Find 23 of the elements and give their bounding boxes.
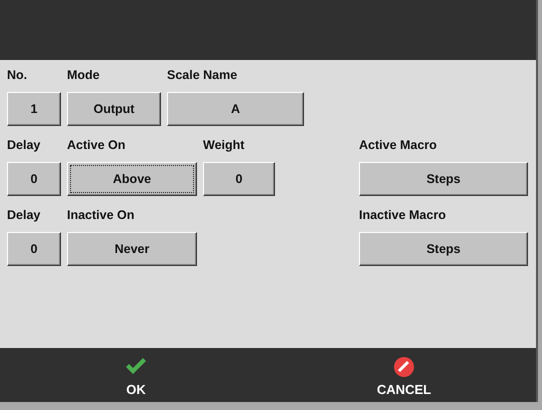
value-button[interactable]: 0 bbox=[7, 162, 61, 196]
field-label: Active Macro bbox=[359, 137, 438, 154]
value-button[interactable]: 0 bbox=[203, 162, 275, 196]
value-button[interactable]: 1 bbox=[7, 92, 61, 126]
value-button[interactable]: A bbox=[167, 92, 304, 126]
field-label: Scale Name bbox=[167, 67, 238, 84]
field-label: Delay bbox=[7, 137, 42, 154]
cancel-button[interactable]: CANCEL bbox=[272, 348, 536, 402]
value-button[interactable]: Never bbox=[67, 232, 197, 266]
value-button[interactable]: Output bbox=[67, 92, 161, 126]
field-label: Mode bbox=[67, 67, 101, 84]
cancel-icon bbox=[393, 356, 415, 378]
field-label: Weight bbox=[203, 137, 246, 154]
macro-button[interactable]: Steps bbox=[359, 162, 528, 196]
macro-button[interactable]: Steps bbox=[359, 232, 528, 266]
field-label: No. bbox=[7, 67, 28, 84]
ok-button[interactable]: OK bbox=[0, 348, 272, 402]
field-label: Inactive Macro bbox=[359, 207, 447, 224]
value-button[interactable]: 0 bbox=[7, 232, 61, 266]
field-label: Inactive On bbox=[67, 207, 136, 224]
value-button[interactable]: Above bbox=[67, 162, 197, 196]
field-label: Active On bbox=[67, 137, 126, 154]
field-label: Delay bbox=[7, 207, 42, 224]
